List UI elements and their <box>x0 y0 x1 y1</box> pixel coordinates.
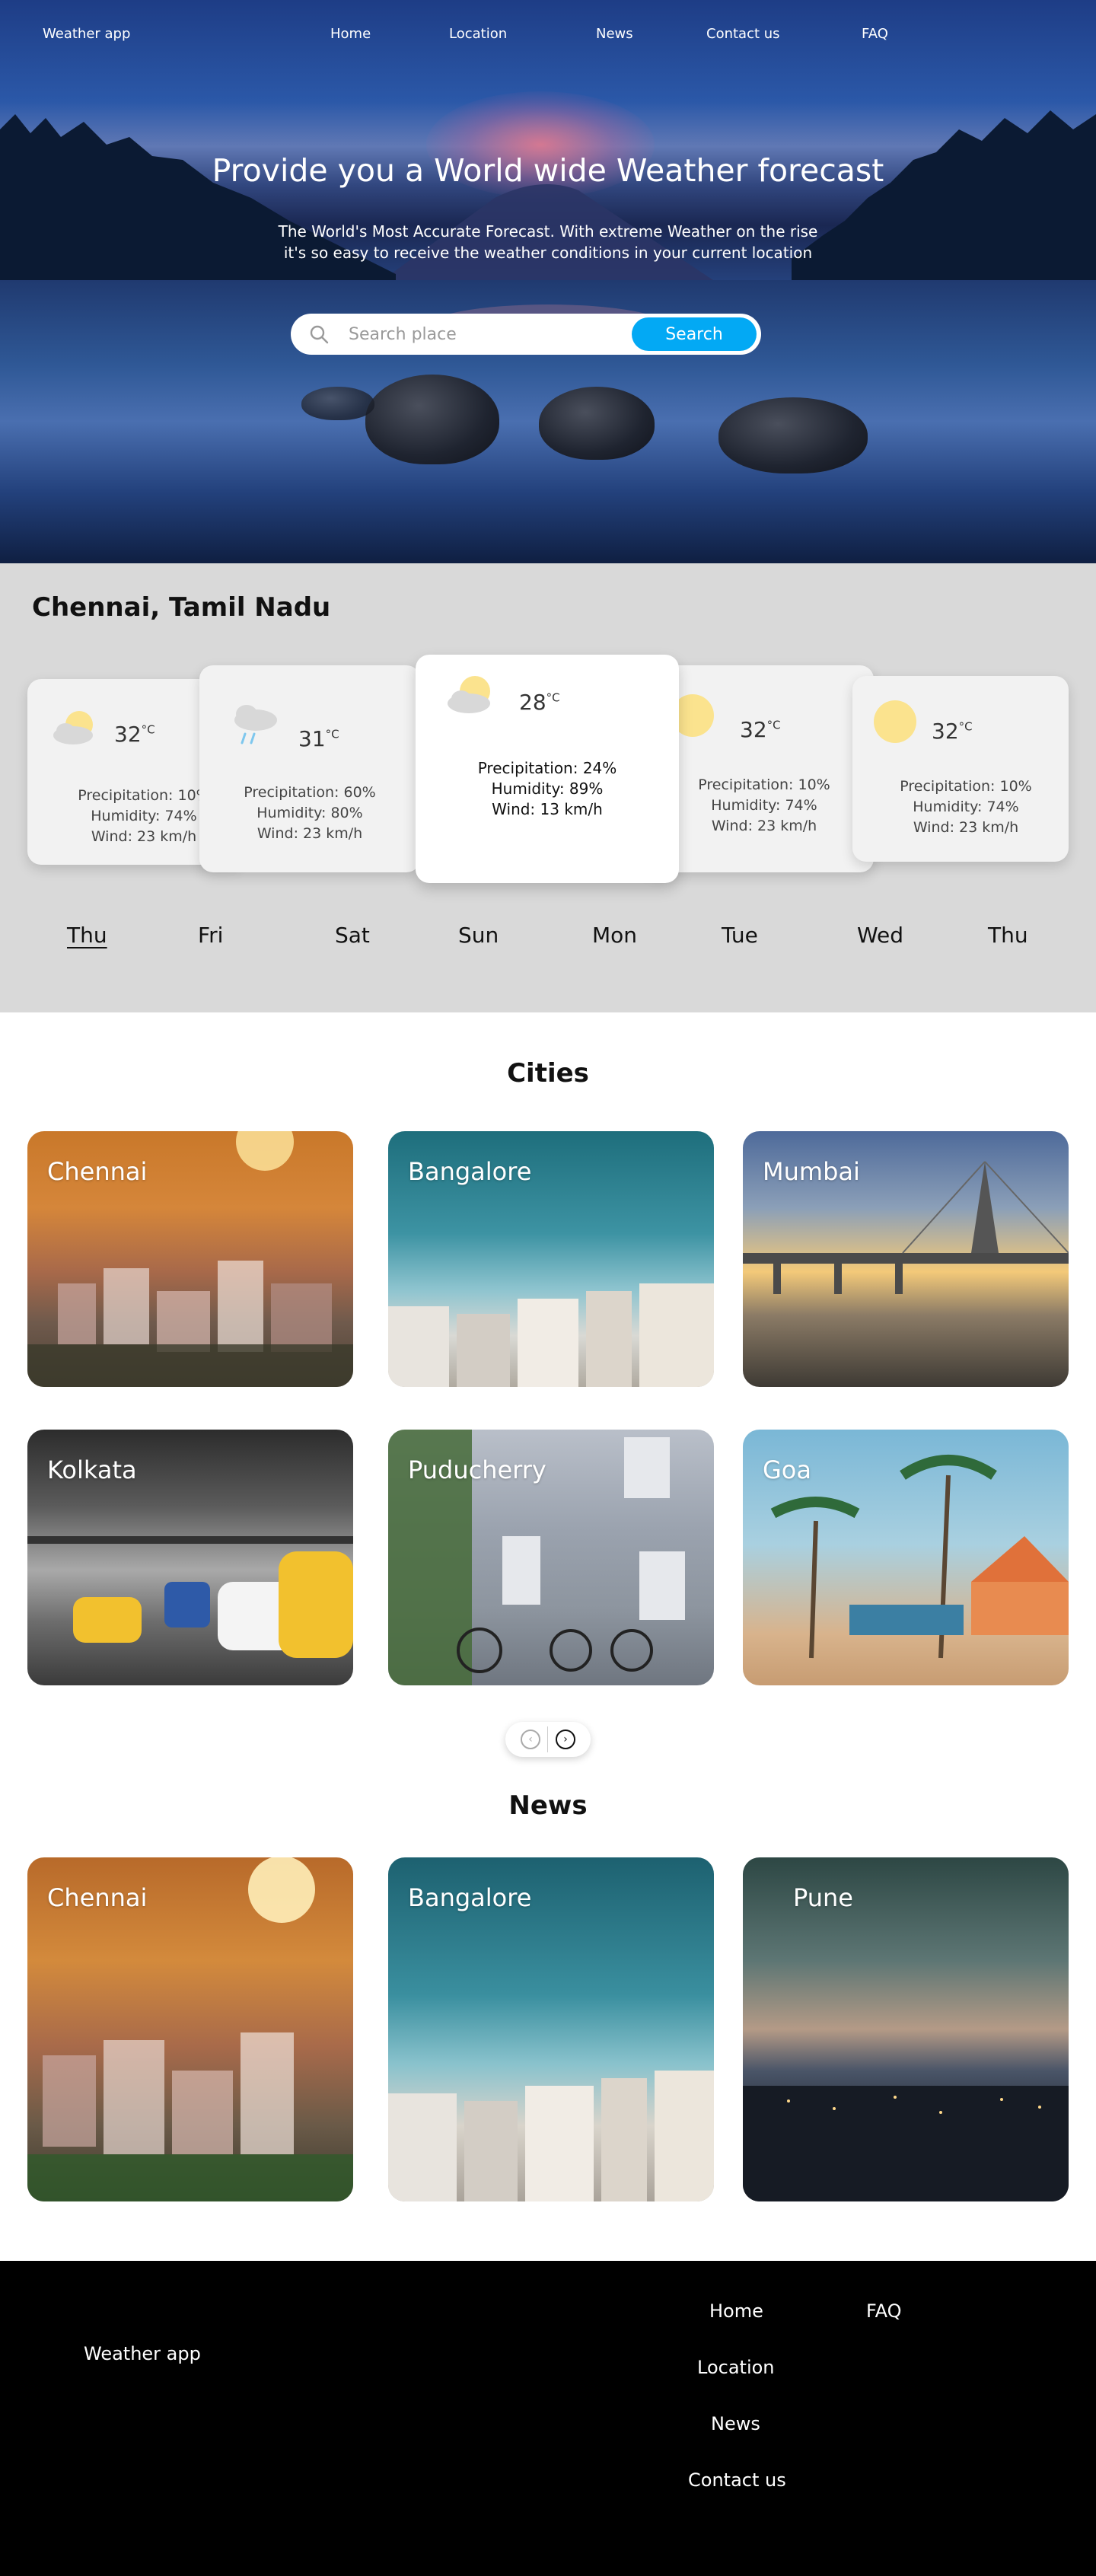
nav-home[interactable]: Home <box>330 26 371 42</box>
hero-subtitle-line-1: The World's Most Accurate Forecast. With… <box>278 222 818 241</box>
footer: Weather app Home FAQ Location News Conta… <box>0 2261 1096 2576</box>
news-photo <box>743 2086 1069 2201</box>
city-name: Puducherry <box>408 1455 546 1484</box>
rock <box>301 387 374 420</box>
forecast-card[interactable]: 31°C Precipitation: 60% Humidity: 80% Wi… <box>199 665 420 872</box>
temperature: 32°C <box>932 719 973 744</box>
day-tab-thu-next[interactable]: Thu <box>988 923 1028 948</box>
precipitation: Precipitation: 24% <box>477 759 617 777</box>
nav-location[interactable]: Location <box>449 26 507 42</box>
weather-details: Precipitation: 10% Humidity: 74% Wind: 2… <box>852 776 1069 838</box>
cities-title: Cities <box>507 1058 589 1089</box>
humidity: Humidity: 74% <box>913 799 1019 815</box>
footer-brand[interactable]: Weather app <box>84 2343 201 2364</box>
footer-link-news[interactable]: News <box>711 2413 760 2434</box>
day-tab-thu[interactable]: Thu <box>67 923 107 948</box>
forest-left <box>0 114 396 289</box>
precipitation: Precipitation: 60% <box>244 784 376 801</box>
city-card-goa[interactable]: Goa <box>743 1430 1069 1685</box>
temperature: 28°C <box>519 690 560 715</box>
forecast-card[interactable]: 32°C Precipitation: 10% Humidity: 74% Wi… <box>852 676 1069 862</box>
search-button[interactable]: Search <box>632 317 757 351</box>
wind: Wind: 23 km/h <box>913 819 1019 836</box>
footer-link-home[interactable]: Home <box>709 2300 763 2322</box>
footer-link-contact-us[interactable]: Contact us <box>688 2469 786 2491</box>
city-name: Kolkata <box>47 1455 137 1484</box>
news-card-pune[interactable]: Pune <box>743 1857 1069 2201</box>
humidity: Humidity: 80% <box>256 805 363 821</box>
humidity: Humidity: 89% <box>491 779 604 798</box>
forest-right <box>792 110 1096 289</box>
precipitation: Precipitation: 10% <box>900 778 1032 795</box>
pager-divider <box>547 1726 548 1752</box>
search-icon <box>310 325 329 344</box>
humidity: Humidity: 74% <box>711 797 817 814</box>
day-tab-fri[interactable]: Fri <box>198 923 223 948</box>
city-name: Mumbai <box>763 1157 860 1186</box>
location-title: Chennai, Tamil Nadu <box>32 592 331 623</box>
sun-icon <box>874 700 916 743</box>
wind: Wind: 23 km/h <box>711 818 817 834</box>
news-title: News <box>508 1790 588 1821</box>
city-name: Chennai <box>47 1157 148 1186</box>
city-name: Bangalore <box>408 1157 532 1186</box>
search-bar: Search <box>291 314 761 355</box>
nav-news[interactable]: News <box>596 26 633 42</box>
news-city-name: Bangalore <box>408 1883 532 1912</box>
day-tab-tue[interactable]: Tue <box>722 923 758 948</box>
forecast-card-selected[interactable]: 28°C Precipitation: 24% Humidity: 89% Wi… <box>416 655 679 883</box>
temperature: 32°C <box>114 722 155 747</box>
news-city-name: Chennai <box>47 1883 148 1912</box>
weather-details: Precipitation: 60% Humidity: 80% Wind: 2… <box>199 783 420 844</box>
forecast-section: Chennai, Tamil Nadu 32°C Precipitation: … <box>0 563 1096 1012</box>
news-city-name: Pune <box>793 1883 853 1912</box>
news-card-bangalore[interactable]: Bangalore <box>388 1857 714 2201</box>
rock <box>718 397 868 473</box>
weather-details: Precipitation: 24% Humidity: 89% Wind: 1… <box>416 758 679 820</box>
partly-cloudy-icon <box>53 711 93 744</box>
wind: Wind: 13 km/h <box>492 800 603 818</box>
cities-pager: ‹ › <box>505 1722 591 1757</box>
temperature: 32°C <box>740 717 781 742</box>
day-tab-sat[interactable]: Sat <box>335 923 370 948</box>
nav-faq[interactable]: FAQ <box>862 26 888 42</box>
city-card-mumbai[interactable]: Mumbai <box>743 1131 1069 1387</box>
news-card-chennai[interactable]: Chennai <box>27 1857 353 2201</box>
day-tab-wed[interactable]: Wed <box>857 923 903 948</box>
day-tab-sun[interactable]: Sun <box>458 923 499 948</box>
chevron-left-icon[interactable]: ‹ <box>521 1730 540 1749</box>
city-name: Goa <box>763 1455 811 1484</box>
rain-cloud-icon <box>234 705 277 744</box>
rock <box>365 375 499 464</box>
city-card-puducherry[interactable]: Puducherry <box>388 1430 714 1685</box>
wind: Wind: 23 km/h <box>256 825 363 842</box>
nav-contact-us[interactable]: Contact us <box>706 26 780 42</box>
temperature: 31°C <box>298 726 339 751</box>
footer-link-location[interactable]: Location <box>697 2357 775 2378</box>
chevron-right-icon[interactable]: › <box>556 1730 575 1749</box>
city-card-chennai[interactable]: Chennai <box>27 1131 353 1387</box>
footer-link-faq[interactable]: FAQ <box>866 2300 902 2322</box>
precipitation: Precipitation: 10% <box>698 776 830 793</box>
city-card-bangalore[interactable]: Bangalore <box>388 1131 714 1387</box>
hero-banner: Weather app Home Location News Contact u… <box>0 0 1096 563</box>
partly-cloudy-icon <box>448 676 490 713</box>
rock <box>539 387 655 460</box>
city-card-kolkata[interactable]: Kolkata <box>27 1430 353 1685</box>
hero-title: Provide you a World wide Weather forecas… <box>212 152 884 189</box>
day-tab-mon[interactable]: Mon <box>592 923 637 948</box>
brand-logo[interactable]: Weather app <box>43 26 130 42</box>
hero-subtitle-line-2: it's so easy to receive the weather cond… <box>283 244 813 262</box>
search-input[interactable] <box>349 320 607 349</box>
